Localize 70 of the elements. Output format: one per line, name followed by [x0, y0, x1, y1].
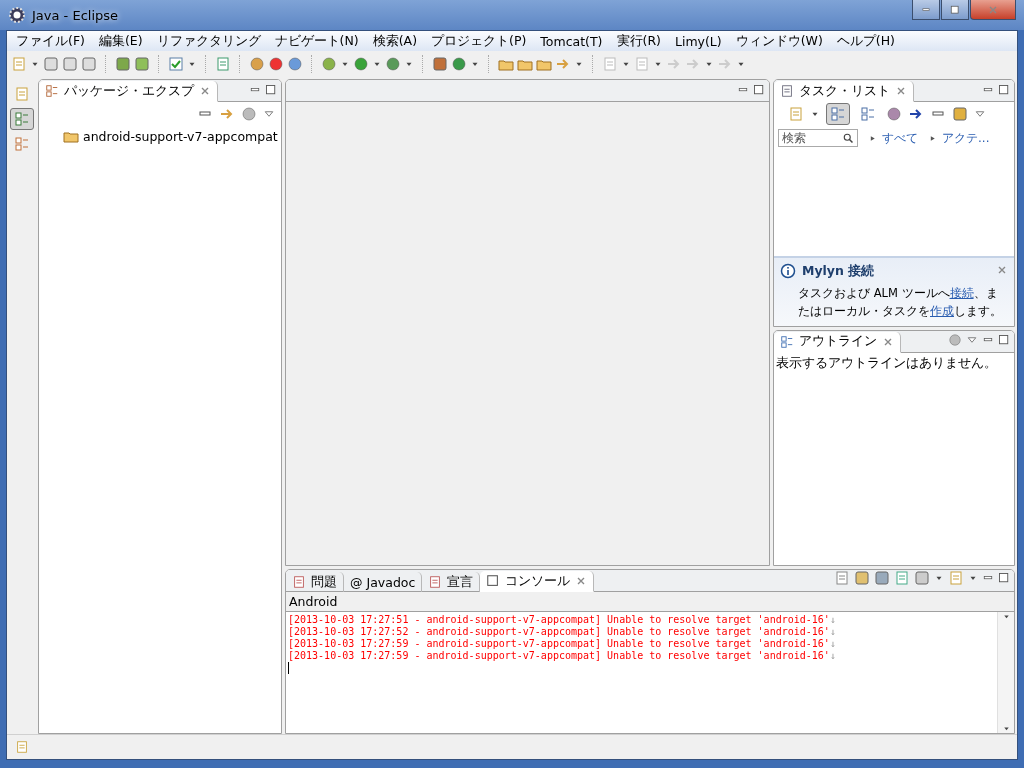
console-line: [2013-10-03 17:27:52 - android-support-v7-appcompat] Unable to resolve target 'android-16' — [288, 626, 830, 637]
console-line: [2013-10-03 17:27:51 - android-support-v7-appcompat] Unable to resolve target 'android-16' — [288, 614, 830, 625]
menu-item[interactable]: ナビゲート(N) — [267, 32, 366, 50]
tab-label: コンソール — [505, 572, 571, 590]
menu-item[interactable]: ウィンドウ(W) — [728, 32, 830, 50]
view-tab[interactable]: コンソール — [480, 571, 595, 592]
maximize-button[interactable] — [941, 0, 969, 20]
scroll-down-icon[interactable] — [1001, 724, 1011, 733]
maximize-icon[interactable] — [998, 333, 1010, 346]
tree-item[interactable]: android-support-v7-appcompat — [83, 128, 278, 144]
window-title: Java - Eclipse — [32, 7, 119, 23]
search-icon — [842, 132, 854, 144]
maximize-icon[interactable] — [950, 4, 960, 15]
package-icon — [45, 84, 59, 98]
checkbox-icon[interactable] — [168, 56, 184, 72]
maximize-icon[interactable] — [998, 84, 1010, 96]
view-tab[interactable]: タスク・リスト — [774, 81, 914, 102]
perspective-button[interactable] — [10, 108, 34, 130]
tab-label: タスク・リスト — [799, 82, 890, 100]
inline-link[interactable]: 作成 — [930, 303, 954, 318]
inline-link[interactable]: 接続 — [949, 285, 974, 300]
console-line: [2013-10-03 17:27:59 - android-support-v7-appcompat] Unable to resolve target 'android-16' — [288, 638, 830, 649]
view-menu-icon[interactable] — [263, 108, 275, 120]
info-icon — [780, 263, 796, 280]
filter-link[interactable]: すべて — [882, 129, 918, 147]
hierarchy-icon — [14, 136, 30, 152]
menu-item[interactable]: Limy(L) — [667, 33, 729, 49]
menu-item[interactable]: 実行(R) — [609, 32, 668, 50]
maximize-icon[interactable] — [753, 84, 765, 96]
close-icon[interactable] — [199, 85, 211, 97]
tab-label: 問題 — [311, 573, 337, 591]
menu-item[interactable]: 編集(E) — [91, 32, 150, 50]
toggle-button[interactable] — [826, 103, 850, 125]
category-tree-icon — [830, 106, 846, 122]
search-field[interactable]: 検索 — [778, 129, 858, 147]
line-end-mark: ↓ — [829, 650, 836, 661]
menu-item[interactable]: プロジェクト(P) — [424, 32, 534, 50]
tab-label: パッケージ・エクスプ — [64, 82, 194, 100]
line-end-mark: ↓ — [829, 626, 836, 637]
view-menu-icon[interactable] — [974, 108, 986, 120]
java-perspective-icon — [14, 111, 30, 127]
text-cursor — [288, 662, 289, 674]
task-list-icon — [780, 84, 794, 98]
menu-item[interactable]: ヘルプ(H) — [829, 32, 902, 50]
console-line: [2013-10-03 17:27:59 - android-support-v7-appcompat] Unable to resolve target 'android-16' — [288, 650, 830, 661]
menu-item[interactable]: 検索(A) — [365, 32, 425, 50]
vertical-scrollbar[interactable] — [997, 612, 1014, 733]
console-header: Android — [286, 592, 1014, 612]
notification-message: タスクおよび ALM ツールへ接続、またはローカル・タスクを作成します。 — [797, 284, 1003, 320]
close-button[interactable] — [970, 0, 1016, 20]
maximize-icon[interactable] — [265, 84, 277, 96]
tab-label: 宣言 — [447, 573, 474, 591]
view-tab[interactable]: アウトライン — [774, 331, 901, 353]
view-tab[interactable]: パッケージ・エクスプ — [39, 81, 218, 102]
line-end-mark: ↓ — [829, 614, 836, 625]
tab-label: @ Javadoc — [350, 574, 416, 590]
menu-item[interactable]: Tomcat(T) — [533, 33, 610, 49]
outline-icon — [780, 334, 794, 349]
empty-message: 表示するアウトラインはありません。 — [775, 353, 998, 372]
eclipse-gear-icon — [8, 6, 26, 24]
line-end-mark: ↓ — [829, 638, 836, 649]
tab-label: アウトライン — [799, 333, 877, 351]
schedule-tree-icon — [860, 106, 876, 122]
menu-item[interactable]: リファクタリング — [149, 32, 268, 50]
close-icon[interactable] — [895, 85, 907, 97]
filter-link[interactable]: アクテ... — [942, 129, 990, 147]
minimize-button[interactable] — [912, 0, 940, 20]
menu-item[interactable]: ファイル(F) — [9, 32, 92, 50]
notification-title: Mylyn 接続 — [802, 262, 875, 280]
maximize-icon[interactable] — [998, 572, 1010, 584]
